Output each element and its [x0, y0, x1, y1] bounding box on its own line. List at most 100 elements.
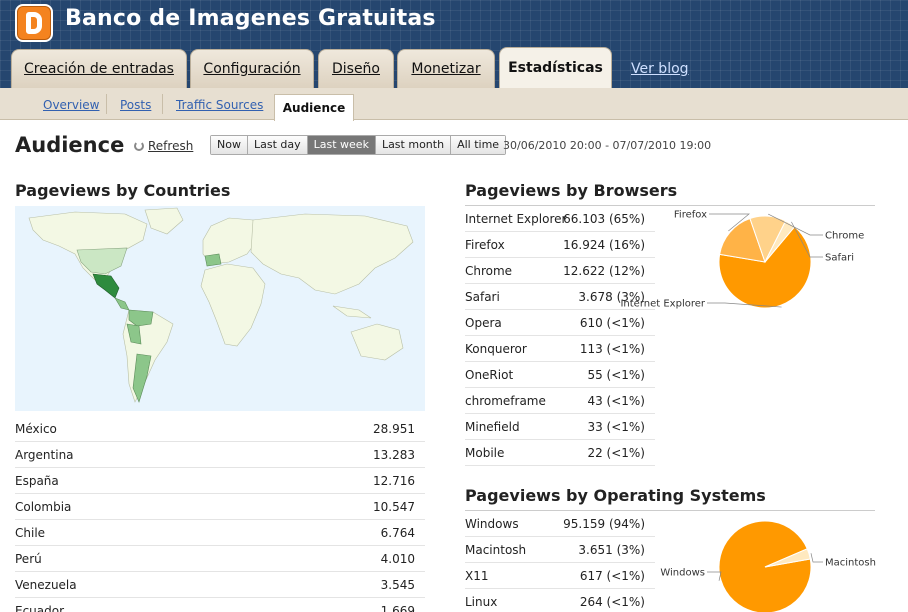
country-name: España [15, 474, 59, 488]
tab-configuracion[interactable]: Configuración [190, 49, 314, 88]
os-name: X11 [465, 569, 489, 583]
countries-section-title: Pageviews by Countries [15, 181, 231, 200]
tab-creacion-de-entradas[interactable]: Creación de entradas [11, 49, 187, 88]
time-range-selector: Now Last day Last week Last month All ti… [210, 135, 507, 155]
table-row[interactable]: Opera 610 (<1%) [465, 310, 655, 336]
tab-estadisticas[interactable]: Estadísticas [499, 47, 612, 88]
refresh-link[interactable]: Refresh [148, 139, 193, 153]
browser-value: 33 (<1%) [587, 420, 645, 434]
stats-subnav: Overview Posts Traffic Sources [0, 88, 908, 120]
table-row[interactable]: Firefox 16.924 (16%) [465, 232, 655, 258]
browser-name: Konqueror [465, 342, 527, 356]
browser-name: Minefield [465, 420, 520, 434]
tab-diseno[interactable]: Diseño [318, 49, 394, 88]
browser-name: Mobile [465, 446, 505, 460]
table-row[interactable]: X11 617 (<1%) [465, 563, 655, 589]
browsers-pie-label-internet-explorer: Internet Explorer [620, 299, 705, 310]
range-all-time-button[interactable]: All time [451, 136, 506, 154]
table-row[interactable]: Venezuela 3.545 [15, 572, 425, 598]
subtab-audience[interactable]: Audience [274, 94, 354, 121]
country-name: Perú [15, 552, 42, 566]
browsers-pie-label-firefox: Firefox [674, 210, 707, 221]
subtab-overview[interactable]: Overview [43, 98, 100, 112]
country-name: Ecuador [15, 604, 65, 612]
os-value: 95.159 (94%) [563, 517, 645, 531]
table-row[interactable]: chromeframe 43 (<1%) [465, 388, 655, 414]
browser-value: 12.622 (12%) [563, 264, 645, 278]
country-value: 13.283 [373, 448, 415, 462]
browser-name: chromeframe [465, 394, 546, 408]
country-name: Argentina [15, 448, 74, 462]
browser-name: Safari [465, 290, 500, 304]
table-row[interactable]: Chile 6.764 [15, 520, 425, 546]
world-map[interactable] [15, 206, 425, 411]
range-now-button[interactable]: Now [211, 136, 248, 154]
country-value: 4.010 [380, 552, 415, 566]
range-last-day-button[interactable]: Last day [247, 136, 308, 154]
country-name: Venezuela [15, 578, 77, 592]
table-row[interactable]: Argentina 13.283 [15, 442, 425, 468]
browser-name: Chrome [465, 264, 513, 278]
browsers-pie-label-safari: Safari [825, 253, 854, 264]
browsers-pie-label-chrome: Chrome [825, 231, 864, 242]
country-value: 6.764 [380, 526, 415, 540]
table-row[interactable]: Linux 264 (<1%) [465, 589, 655, 612]
browser-value: 66.103 (65%) [563, 212, 645, 226]
country-name: Colombia [15, 500, 72, 514]
browser-value: 55 (<1%) [587, 368, 645, 382]
table-row[interactable]: Internet Explorer 66.103 (65%) [465, 206, 655, 232]
os-pie-label-windows: Windows [660, 568, 705, 579]
os-pie-chart[interactable]: Windows Macintosh [655, 511, 876, 612]
browser-value: 113 (<1%) [579, 342, 645, 356]
table-row[interactable]: Konqueror 113 (<1%) [465, 336, 655, 362]
map-spain[interactable] [204, 253, 222, 267]
browser-name: OneRiot [465, 368, 514, 382]
browser-value: 43 (<1%) [587, 394, 645, 408]
os-value: 3.651 (3%) [578, 543, 645, 557]
header-bar: Banco de Imagenes Gratuitas Creación de … [0, 0, 908, 88]
table-row[interactable]: Windows 95.159 (94%) [465, 511, 655, 537]
browser-name: Firefox [465, 238, 505, 252]
os-value: 264 (<1%) [579, 595, 645, 609]
tab-monetizar[interactable]: Monetizar [397, 49, 495, 88]
browser-value: 16.924 (16%) [563, 238, 645, 252]
os-pie-label-line [810, 553, 823, 563]
country-value: 1.669 [380, 604, 415, 612]
blogger-b-glyph [26, 12, 42, 34]
subtab-traffic-sources[interactable]: Traffic Sources [176, 98, 263, 112]
table-row[interactable]: Chrome 12.622 (12%) [465, 258, 655, 284]
browser-name: Internet Explorer [465, 212, 567, 226]
country-name: Chile [15, 526, 46, 540]
range-last-month-button[interactable]: Last month [375, 136, 452, 154]
country-name: México [15, 422, 57, 436]
browser-value: 22 (<1%) [587, 446, 645, 460]
range-last-week-button[interactable]: Last week [307, 136, 376, 154]
table-row[interactable]: OneRiot 55 (<1%) [465, 362, 655, 388]
country-value: 28.951 [373, 422, 415, 436]
browsers-pie-chart[interactable]: Internet Explorer Firefox Chrome Safari [620, 206, 875, 316]
country-value: 12.716 [373, 474, 415, 488]
table-row[interactable]: Colombia 10.547 [15, 494, 425, 520]
os-name: Macintosh [465, 543, 527, 557]
blog-title: Banco de Imagenes Gratuitas [65, 6, 436, 31]
ver-blog-link[interactable]: Ver blog [631, 61, 689, 77]
os-pie-label-line [707, 571, 722, 581]
table-row[interactable]: España 12.716 [15, 468, 425, 494]
table-row[interactable]: Macintosh 3.651 (3%) [465, 537, 655, 563]
date-range-text: 30/06/2010 20:00 - 07/07/2010 19:00 [503, 139, 712, 152]
os-name: Linux [465, 595, 498, 609]
page-title: Audience [15, 133, 125, 157]
refresh-icon[interactable] [134, 141, 144, 151]
subtab-posts[interactable]: Posts [120, 98, 151, 112]
table-row[interactable]: México 28.951 [15, 416, 425, 442]
browsers-section-title: Pageviews by Browsers [465, 181, 678, 200]
subnav-divider [162, 94, 163, 114]
table-row[interactable]: Mobile 22 (<1%) [465, 440, 655, 466]
os-name: Windows [465, 517, 519, 531]
country-value: 10.547 [373, 500, 415, 514]
os-section-title: Pageviews by Operating Systems [465, 486, 766, 505]
blogger-logo-icon[interactable] [15, 4, 53, 42]
table-row[interactable]: Minefield 33 (<1%) [465, 414, 655, 440]
table-row[interactable]: Ecuador 1.669 [15, 598, 425, 612]
table-row[interactable]: Perú 4.010 [15, 546, 425, 572]
